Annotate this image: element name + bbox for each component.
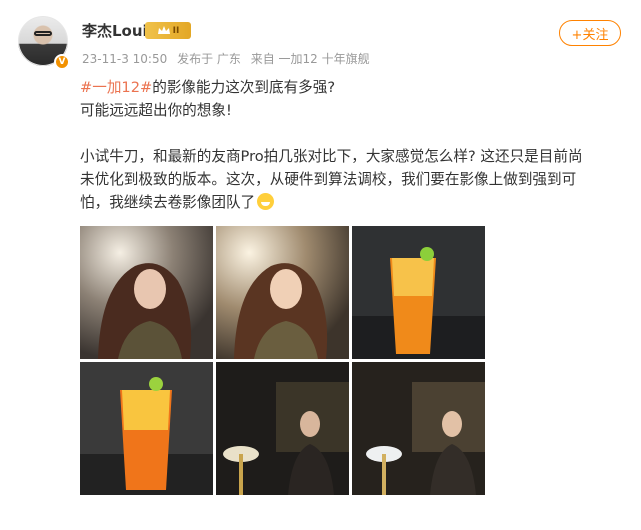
post-source[interactable]: 来自 一加12 十年旗舰: [251, 52, 370, 66]
v-badge-icon: V: [54, 54, 70, 70]
member-crown-icon[interactable]: II: [145, 22, 191, 39]
photo-woman-restaurant-2[interactable]: [352, 362, 485, 495]
photo-iced-drink-2[interactable]: [80, 362, 213, 495]
post-meta: 23-11-3 10:50 发布于 广东 来自 一加12 十年旗舰: [82, 50, 376, 67]
text-para2-line1: 小试牛刀，和最新的友商Pro拍几张对比下，大家感觉怎么样? 这还只是目前尚: [80, 148, 583, 165]
text-line-1-rest: 的影像能力这次到底有多强?: [152, 79, 336, 96]
text-para2-line3-text: 怕，我继续去卷影像团队了: [80, 194, 256, 211]
topic-link[interactable]: #一加12#: [80, 79, 152, 96]
text-para2-line2: 未优化到极致的版本。这次，从硬件到算法调校，我们要在影像上做到强到可: [80, 171, 577, 188]
member-level: II: [172, 25, 180, 36]
photo-woman-portrait-2[interactable]: [216, 226, 349, 359]
post-text: #一加12#的影像能力这次到底有多强? 可能远远超出你的想象! 小试牛刀，和最新…: [80, 76, 626, 214]
text-para2-line3: 怕，我继续去卷影像团队了: [80, 191, 626, 214]
photo-woman-restaurant-1[interactable]: [216, 362, 349, 495]
photo-woman-portrait-1[interactable]: [80, 226, 213, 359]
post-location: 发布于 广东: [177, 52, 241, 66]
grin-emoji-icon: [257, 193, 275, 210]
follow-button[interactable]: +关注: [559, 20, 621, 46]
photo-iced-drink-1[interactable]: [352, 226, 485, 359]
avatar-glasses: [34, 31, 52, 36]
crown-icon: [157, 26, 170, 34]
text-line-2: 可能远远超出你的想象!: [80, 102, 232, 119]
post-date[interactable]: 23-11-3 10:50: [82, 52, 167, 66]
text-line-1: #一加12#的影像能力这次到底有多强?: [80, 76, 626, 99]
